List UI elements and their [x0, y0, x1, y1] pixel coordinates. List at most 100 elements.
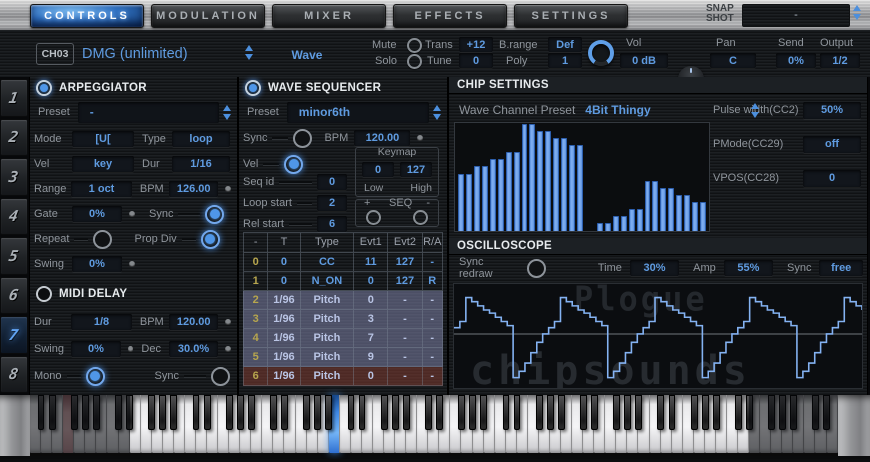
delay-bpm-value[interactable]: 120.00: [169, 314, 218, 330]
channel-preset-spinner[interactable]: [245, 45, 253, 60]
arp-type-value[interactable]: loop: [172, 131, 230, 147]
black-key[interactable]: [768, 395, 775, 430]
black-key[interactable]: [480, 395, 487, 430]
black-key[interactable]: [359, 395, 366, 430]
rack-channel-7[interactable]: 7: [0, 316, 28, 354]
black-key[interactable]: [115, 395, 122, 430]
black-key[interactable]: [746, 395, 753, 430]
black-key[interactable]: [657, 395, 664, 430]
table-row[interactable]: 41/96Pitch7--: [243, 329, 443, 348]
delay-mono-toggle[interactable]: [86, 367, 105, 386]
wave-mode-button[interactable]: Wave: [262, 46, 352, 64]
arp-bpm-value[interactable]: 126.00: [169, 181, 218, 197]
arp-mode-value[interactable]: [U[: [72, 131, 134, 147]
wave-sequencer-enable-radio[interactable]: [245, 80, 261, 96]
wavetable-bar[interactable]: [645, 181, 651, 232]
black-key[interactable]: [392, 395, 399, 430]
black-key[interactable]: [469, 395, 476, 430]
keymap-low-value[interactable]: 0: [362, 162, 394, 177]
black-key[interactable]: [204, 395, 211, 430]
black-key[interactable]: [49, 395, 56, 430]
wavetable-bar[interactable]: [490, 159, 496, 231]
wavetable-bar[interactable]: [597, 223, 603, 231]
arp-range-value[interactable]: 1 oct: [71, 181, 132, 197]
wavetable-bar[interactable]: [692, 202, 698, 231]
arrow-down-icon[interactable]: [245, 54, 253, 60]
tab-settings[interactable]: SETTINGS: [514, 4, 628, 28]
tab-effects[interactable]: EFFECTS: [393, 4, 507, 28]
black-key[interactable]: [536, 395, 543, 430]
black-key[interactable]: [713, 395, 720, 430]
black-key[interactable]: [348, 395, 355, 430]
arp-propdiv-toggle[interactable]: [201, 230, 220, 249]
output-value[interactable]: 1/2: [820, 53, 860, 68]
black-key[interactable]: [580, 395, 587, 430]
black-key[interactable]: [669, 395, 676, 430]
seq-remove-button[interactable]: [413, 210, 428, 225]
wavetable-bar[interactable]: [506, 152, 512, 231]
table-row[interactable]: 51/96Pitch9--: [243, 348, 443, 367]
black-key[interactable]: [381, 395, 388, 430]
black-key[interactable]: [691, 395, 698, 430]
arp-gate-value[interactable]: 0%: [72, 206, 122, 222]
midi-delay-enable-radio[interactable]: [36, 286, 52, 302]
rel-start-value[interactable]: 6: [317, 216, 347, 232]
delay-dec-value[interactable]: 30.0%: [169, 341, 218, 357]
seq-preset-spinner[interactable]: [433, 105, 441, 120]
black-key[interactable]: [613, 395, 620, 430]
seq-id-value[interactable]: 0: [317, 174, 347, 190]
table-row[interactable]: 21/96Pitch0--: [243, 291, 443, 310]
table-row[interactable]: 61/96Pitch0--: [243, 367, 443, 386]
tab-mixer[interactable]: MIXER: [272, 4, 386, 28]
wavetable-bar[interactable]: [553, 138, 559, 231]
rack-channel-8[interactable]: 8: [0, 356, 28, 394]
wavetable-bar[interactable]: [537, 131, 543, 231]
black-key[interactable]: [558, 395, 565, 430]
arpeggiator-enable-radio[interactable]: [36, 80, 52, 96]
wavetable-bar[interactable]: [458, 174, 464, 231]
vpos-value[interactable]: 0: [803, 170, 861, 187]
black-key[interactable]: [226, 395, 233, 430]
black-key[interactable]: [779, 395, 786, 430]
solo-toggle[interactable]: [407, 54, 422, 69]
pan-value[interactable]: C: [710, 53, 756, 68]
volume-knob[interactable]: [588, 40, 614, 66]
wavetable-bar[interactable]: [474, 166, 480, 231]
black-key[interactable]: [624, 395, 631, 430]
black-key[interactable]: [193, 395, 200, 430]
wavetable-bar[interactable]: [545, 131, 551, 231]
wavetable-bar[interactable]: [466, 174, 472, 231]
arrow-up-icon[interactable]: [245, 45, 253, 51]
black-key[interactable]: [248, 395, 255, 430]
poly-value[interactable]: 1: [548, 53, 582, 68]
wavetable-bar[interactable]: [700, 202, 706, 231]
keymap-high-value[interactable]: 127: [400, 162, 432, 177]
loop-start-value[interactable]: 2: [317, 195, 347, 211]
black-key[interactable]: [38, 395, 45, 430]
seq-add-button[interactable]: [366, 210, 381, 225]
wavetable-bar[interactable]: [684, 195, 690, 231]
send-value[interactable]: 0%: [776, 53, 816, 68]
arp-repeat-toggle[interactable]: [93, 230, 112, 249]
black-key[interactable]: [790, 395, 797, 430]
wavetable-bar[interactable]: [498, 159, 504, 231]
wavetable-bar[interactable]: [514, 152, 520, 231]
arp-vel-value[interactable]: key: [72, 156, 134, 172]
mute-toggle[interactable]: [407, 38, 422, 53]
scope-amp-value[interactable]: 55%: [724, 260, 773, 276]
wave-channel-preset-spinner[interactable]: [751, 103, 759, 118]
arp-preset-spinner[interactable]: [223, 105, 231, 120]
black-key[interactable]: [71, 395, 78, 430]
black-key[interactable]: [503, 395, 510, 430]
wavetable-bar[interactable]: [569, 145, 575, 231]
channel-preset-display[interactable]: DMG (unlimited): [82, 43, 188, 65]
black-key[interactable]: [458, 395, 465, 430]
delay-swing-value[interactable]: 0%: [71, 341, 120, 357]
snapshot-dropdown[interactable]: -: [742, 4, 850, 27]
wavetable-bar[interactable]: [668, 188, 674, 231]
arp-swing-value[interactable]: 0%: [72, 256, 122, 272]
scope-time-value[interactable]: 30%: [630, 260, 679, 276]
black-key[interactable]: [436, 395, 443, 430]
black-key[interactable]: [403, 395, 410, 430]
arp-dur-value[interactable]: 1/16: [172, 156, 230, 172]
